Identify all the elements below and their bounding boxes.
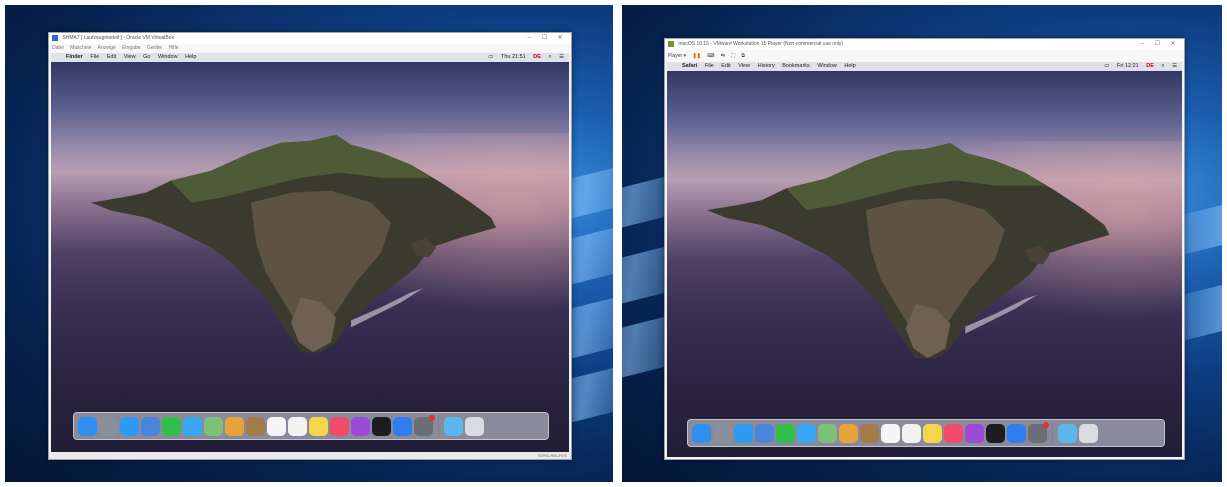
app-store-icon[interactable] xyxy=(1007,423,1026,443)
virtualbox-app-icon xyxy=(52,34,58,41)
removable-devices-icon[interactable]: ⇆ xyxy=(721,53,725,59)
windows-desktop-right: macOS 10.15 - VMware Workstation 15 Play… xyxy=(622,5,1222,482)
close-button[interactable]: ✕ xyxy=(1166,39,1180,50)
menu-maschine[interactable]: Maschine xyxy=(70,45,91,51)
maps-icon[interactable] xyxy=(818,423,837,443)
notes-icon[interactable] xyxy=(309,416,328,436)
unity-icon[interactable]: ⧉ xyxy=(741,53,745,59)
vmware-app-icon xyxy=(668,40,674,47)
guest-screen[interactable]: Safari File Edit View History Bookmarks … xyxy=(667,62,1182,457)
windows-desktop-left: SHMA7 [ Laufzeugmodell ] - Oracle VM Vir… xyxy=(5,5,613,482)
podcasts-icon[interactable] xyxy=(351,416,370,436)
minimize-button[interactable]: – xyxy=(522,33,536,44)
host-key-label: STRG-RECHTS xyxy=(538,453,567,458)
finder-icon[interactable] xyxy=(692,423,711,443)
maximize-button[interactable]: ☐ xyxy=(1151,39,1165,50)
macos-dock[interactable] xyxy=(687,419,1165,447)
pause-button[interactable]: ❚❚ xyxy=(692,53,700,59)
window-title: SHMA7 [ Laufzeugmodell ] - Oracle VM Vir… xyxy=(62,35,175,41)
downloads-folder-icon[interactable] xyxy=(1058,423,1077,443)
player-menu[interactable]: Player ▾ xyxy=(668,53,686,59)
reminders-icon[interactable] xyxy=(288,416,307,436)
fullscreen-icon[interactable]: ⛶ xyxy=(731,53,735,59)
launchpad-icon[interactable] xyxy=(713,423,732,443)
downloads-folder-icon[interactable] xyxy=(444,416,463,436)
tv-icon[interactable] xyxy=(986,423,1005,443)
window-title: macOS 10.15 - VMware Workstation 15 Play… xyxy=(678,41,844,47)
vmware-toolbar: Player ▾ ❚❚ ⌨ ⇆ ⛶ ⧉ xyxy=(665,50,1184,62)
minimize-button[interactable]: – xyxy=(1135,39,1149,50)
music-icon[interactable] xyxy=(944,423,963,443)
update-badge xyxy=(1043,421,1049,428)
photos-icon[interactable] xyxy=(225,416,244,436)
maximize-button[interactable]: ☐ xyxy=(538,33,552,44)
menu-datei[interactable]: Datei xyxy=(52,45,64,51)
trash-icon[interactable] xyxy=(1079,423,1098,443)
calendar-icon[interactable] xyxy=(881,423,900,443)
mail-icon[interactable] xyxy=(755,423,774,443)
launchpad-icon[interactable] xyxy=(99,416,118,436)
facetime-icon[interactable] xyxy=(162,416,181,436)
vmware-window[interactable]: macOS 10.15 - VMware Workstation 15 Play… xyxy=(664,38,1185,460)
menu-hilfe[interactable]: Hilfe xyxy=(169,45,179,51)
trash-icon[interactable] xyxy=(465,416,484,436)
menu-geraete[interactable]: Geräte xyxy=(147,45,162,51)
notes-icon[interactable] xyxy=(923,423,942,443)
virtualbox-status-bar: STRG-RECHTS xyxy=(49,452,571,459)
photos-icon[interactable] xyxy=(839,423,858,443)
catalina-island-wallpaper xyxy=(91,134,496,353)
system-preferences-icon[interactable] xyxy=(1028,421,1049,443)
podcasts-icon[interactable] xyxy=(965,423,984,443)
system-preferences-icon[interactable] xyxy=(414,414,435,436)
update-badge xyxy=(429,414,435,421)
contacts-icon[interactable] xyxy=(246,416,265,436)
safari-icon[interactable] xyxy=(734,423,753,443)
calendar-icon[interactable] xyxy=(267,416,286,436)
dock-separator xyxy=(438,416,439,436)
contacts-icon[interactable] xyxy=(860,423,879,443)
guest-screen[interactable]: Finder File Edit View Go Window Help ▭ T… xyxy=(51,53,569,452)
music-icon[interactable] xyxy=(330,416,349,436)
virtualbox-window[interactable]: SHMA7 [ Laufzeugmodell ] - Oracle VM Vir… xyxy=(48,32,572,460)
close-button[interactable]: ✕ xyxy=(553,33,567,44)
host-menubar: Datei Maschine Anzeige Eingabe Geräte Hi… xyxy=(49,44,571,53)
reminders-icon[interactable] xyxy=(902,423,921,443)
macos-dock[interactable] xyxy=(73,412,549,440)
safari-icon[interactable] xyxy=(120,416,139,436)
mail-icon[interactable] xyxy=(141,416,160,436)
catalina-island-wallpaper xyxy=(706,142,1110,359)
dock-separator xyxy=(1052,423,1053,443)
maps-icon[interactable] xyxy=(204,416,223,436)
messages-icon[interactable] xyxy=(797,423,816,443)
menu-eingabe[interactable]: Eingabe xyxy=(122,45,140,51)
app-store-icon[interactable] xyxy=(393,416,412,436)
window-titlebar[interactable]: SHMA7 [ Laufzeugmodell ] - Oracle VM Vir… xyxy=(49,33,571,44)
tv-icon[interactable] xyxy=(372,416,391,436)
menu-anzeige[interactable]: Anzeige xyxy=(98,45,116,51)
messages-icon[interactable] xyxy=(183,416,202,436)
finder-icon[interactable] xyxy=(78,416,97,436)
facetime-icon[interactable] xyxy=(776,423,795,443)
send-ctrl-alt-del-icon[interactable]: ⌨ xyxy=(707,53,714,59)
window-titlebar[interactable]: macOS 10.15 - VMware Workstation 15 Play… xyxy=(665,39,1184,50)
